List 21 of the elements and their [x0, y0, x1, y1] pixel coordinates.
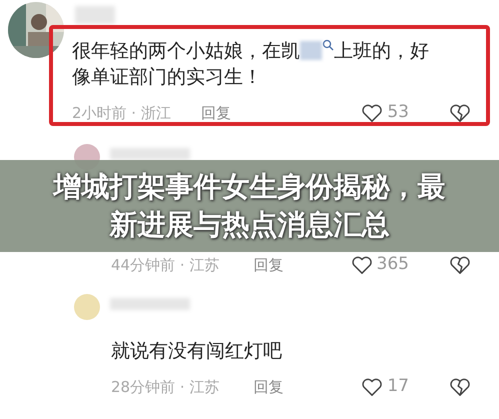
comment-time: 28分钟前 · 江苏	[111, 376, 220, 398]
heart-icon[interactable]	[361, 376, 384, 397]
comment-text: 很年轻的两个小姑娘，在凯 上班的，好像单证部门的实习生！	[72, 38, 430, 90]
reply-link[interactable]: 回复	[253, 376, 284, 398]
heart-icon[interactable]	[361, 102, 384, 123]
comment-time: 44分钟前 · 江苏	[111, 254, 220, 276]
broken-heart-icon[interactable]	[449, 102, 471, 123]
broken-heart-icon[interactable]	[449, 376, 471, 397]
like-count: 17	[387, 375, 409, 398]
reply-link[interactable]: 回复	[253, 254, 284, 276]
comment-text: 就说有没有闯红灯吧	[111, 339, 282, 364]
like-count: 365	[376, 253, 409, 276]
like-count: 53	[387, 101, 409, 124]
banner-title: 增城打架事件女生身份揭秘，最新进展与热点消息汇总	[52, 169, 446, 243]
redacted-word	[300, 41, 322, 60]
blurred-name	[75, 6, 115, 24]
comment-time: 2小时前 · 浙江	[72, 102, 171, 124]
search-icon[interactable]	[322, 39, 334, 51]
reply-link[interactable]: 回复	[200, 102, 231, 124]
heart-icon[interactable]	[350, 254, 373, 275]
broken-heart-icon[interactable]	[449, 254, 471, 275]
